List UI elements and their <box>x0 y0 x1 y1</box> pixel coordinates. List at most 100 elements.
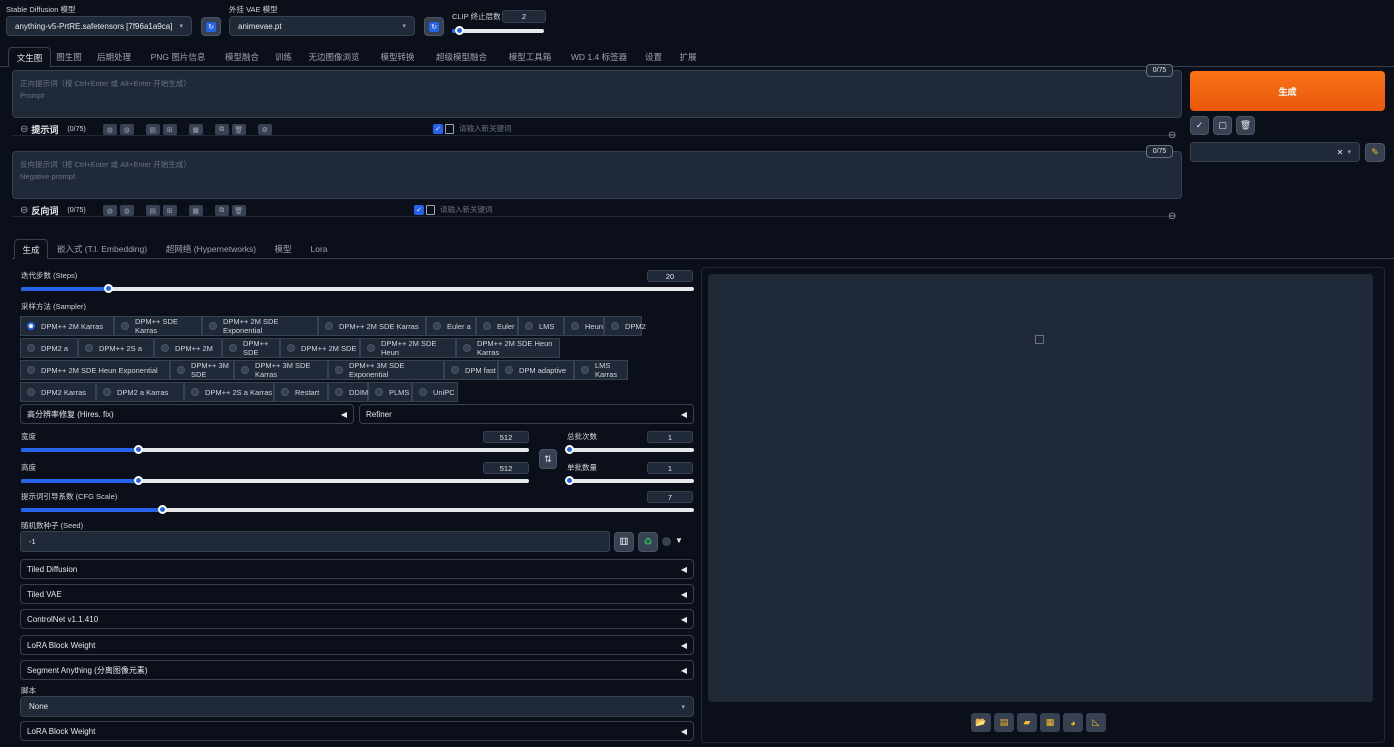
cfg-value[interactable]: 7 <box>647 491 693 503</box>
extra-seed-checkbox[interactable] <box>662 537 671 546</box>
accordion-lora-block-weight[interactable]: LoRA Block Weight ◀ <box>20 635 694 655</box>
sampler-option[interactable]: DPM++ 2M SDE Heun Exponential <box>20 360 170 380</box>
sampler-option[interactable]: DPM2 a Karras <box>96 382 184 402</box>
sampler-option[interactable]: Euler <box>476 316 518 336</box>
apply-style-button[interactable]: ✓ <box>1190 116 1209 135</box>
hires-fix-accordion[interactable]: 高分辨率修复 (Hires. fix) ◀ <box>20 404 354 424</box>
sampler-option[interactable]: LMS <box>518 316 564 336</box>
batch-size-value[interactable]: 1 <box>647 462 693 474</box>
gear-icon[interactable]: ⚙ <box>257 124 272 135</box>
clear-icon[interactable]: ✕ <box>1337 148 1344 157</box>
collapse-icon[interactable]: ⊖ <box>20 205 28 216</box>
steps-value[interactable]: 20 <box>647 270 693 282</box>
refresh-model-button[interactable]: ↻ <box>201 17 221 36</box>
paste-icon[interactable]: ▤ <box>145 124 160 135</box>
paste-icon[interactable]: ▤ <box>145 205 160 216</box>
subtab-checkpoints[interactable]: 模型 <box>266 239 300 259</box>
accordion-controlnet[interactable]: ControlNet v1.1.410 ◀ <box>20 609 694 629</box>
accordion-segment-anything[interactable]: Segment Anything (分离图像元素) ◀ <box>20 660 694 680</box>
add-icon[interactable]: ⊞ <box>162 124 177 135</box>
batch-count-slider[interactable] <box>565 445 694 454</box>
vae-select[interactable]: animevae.pt ▾ <box>229 16 415 36</box>
tab-extras[interactable]: 后期处理 <box>87 47 141 67</box>
sampler-option[interactable]: DPM adaptive <box>498 360 574 380</box>
sampler-option[interactable]: Euler a <box>426 316 476 336</box>
checkbox-checked-icon[interactable]: ✓ <box>433 123 443 134</box>
collapse-up-icon[interactable]: ⊖ <box>1168 130 1176 141</box>
trash-icon[interactable]: 🗑 <box>231 124 246 135</box>
image-gallery[interactable] <box>708 274 1373 702</box>
seed-input[interactable]: -1 <box>20 531 610 552</box>
sampler-option[interactable]: DPM++ 2M SDE Heun Karras <box>456 338 560 358</box>
accordion-tiled-diffusion[interactable]: Tiled Diffusion ◀ <box>20 559 694 579</box>
subtab-embedding[interactable]: 嵌入式 (T.I. Embedding) <box>48 239 156 259</box>
model-select[interactable]: anything-v5-PrtRE.safetensors [7f96a1a9c… <box>6 16 192 36</box>
sampler-option[interactable]: DPM++ 2M SDE <box>280 338 360 358</box>
sampler-option[interactable]: DPM++ SDE <box>222 338 280 358</box>
sampler-option[interactable]: DPM++ 3M SDE Exponential <box>328 360 444 380</box>
tab-extensions[interactable]: 扩展 <box>671 47 705 67</box>
generate-button[interactable]: 生成 <box>1190 71 1385 111</box>
send-to-img2img-icon[interactable]: ▦ <box>1040 713 1060 732</box>
open-folder-icon[interactable]: 📂 <box>971 713 991 732</box>
subtab-generate[interactable]: 生成 <box>14 239 48 259</box>
tab-img2img[interactable]: 图生图 <box>51 47 87 67</box>
sampler-option[interactable]: DPM++ 2S a <box>78 338 154 358</box>
image-icon[interactable]: ▦ <box>188 124 203 135</box>
sampler-option[interactable]: DPM fast <box>444 360 498 380</box>
batch-count-value[interactable]: 1 <box>647 431 693 443</box>
sampler-option[interactable]: DPM++ 3M SDE Karras <box>234 360 328 380</box>
clip-slider[interactable] <box>452 26 544 35</box>
tab-supermerger[interactable]: 超级模型融合 <box>425 47 498 67</box>
height-value[interactable]: 512 <box>483 462 529 474</box>
settings-icon[interactable]: ◍ <box>119 205 134 216</box>
collapse-icon[interactable]: ⊖ <box>20 124 28 135</box>
sampler-option[interactable]: DPM++ 2S a Karras <box>184 382 274 402</box>
sampler-option[interactable]: Restart <box>274 382 328 402</box>
sampler-option[interactable]: DDIM <box>328 382 368 402</box>
settings-icon[interactable]: ◍ <box>119 124 134 135</box>
add-icon[interactable]: ⊞ <box>162 205 177 216</box>
send-to-inpaint-icon[interactable]: ◕ <box>1063 713 1083 732</box>
script-select[interactable]: None ▾ <box>20 696 694 717</box>
zip-icon[interactable]: ▰ <box>1017 713 1037 732</box>
swap-dimensions-button[interactable]: ⇅ <box>539 449 557 469</box>
tab-model-toolkit[interactable]: 模型工具箱 <box>498 47 562 67</box>
triangle-down-icon[interactable]: ▼ <box>675 536 683 545</box>
accordion-tiled-vae[interactable]: Tiled VAE ◀ <box>20 584 694 604</box>
refresh-vae-button[interactable]: ↻ <box>424 17 444 36</box>
width-slider[interactable] <box>21 445 529 454</box>
sampler-option[interactable]: LMS Karras <box>574 360 628 380</box>
width-value[interactable]: 512 <box>483 431 529 443</box>
sampler-option[interactable]: PLMS <box>368 382 412 402</box>
sampler-option[interactable]: DPM++ 2M <box>154 338 222 358</box>
tab-png-info[interactable]: PNG 图片信息 <box>141 47 215 67</box>
copy-icon[interactable]: ⧉ <box>214 205 229 216</box>
collapse-up-icon[interactable]: ⊖ <box>1168 211 1176 222</box>
subtab-lora[interactable]: Lora <box>300 239 338 259</box>
cfg-slider[interactable] <box>21 505 694 514</box>
sampler-option[interactable]: Heun <box>564 316 604 336</box>
negative-keyword-input[interactable]: 请输入新关键词 <box>440 204 493 215</box>
tab-settings[interactable]: 设置 <box>636 47 671 67</box>
sampler-option[interactable]: DPM2 Karras <box>20 382 96 402</box>
sampler-option[interactable]: UniPC <box>412 382 458 402</box>
prompt-input[interactable]: 正向提示词（按 Ctrl+Enter 或 Alt+Enter 开始生成） Pro… <box>12 70 1182 118</box>
accordion-lora-block-weight-script[interactable]: LoRA Block Weight ◀ <box>20 721 694 741</box>
sampler-option[interactable]: DPM2 a <box>20 338 78 358</box>
checkbox-icon[interactable] <box>445 123 454 134</box>
checkbox-checked-icon[interactable]: ✓ <box>414 204 424 215</box>
tab-image-browser[interactable]: 无边图像浏览 <box>298 47 370 67</box>
random-seed-button[interactable]: ⚅ <box>614 532 634 552</box>
subtab-hypernetworks[interactable]: 超网络 (Hypernetworks) <box>156 239 266 259</box>
send-to-extras-icon[interactable]: ◺ <box>1086 713 1106 732</box>
sampler-option[interactable]: DPM++ 2M SDE Heun <box>360 338 456 358</box>
steps-slider[interactable] <box>21 284 694 293</box>
negative-prompt-input[interactable]: 反向提示词（按 Ctrl+Enter 或 Alt+Enter 开始生成） Neg… <box>12 151 1182 199</box>
tab-txt2img[interactable]: 文生图 <box>8 47 51 67</box>
checkbox-icon[interactable] <box>426 204 435 215</box>
sampler-option[interactable]: DPM2 <box>604 316 646 336</box>
height-slider[interactable] <box>21 476 529 485</box>
sampler-option[interactable]: DPM++ SDE Karras <box>114 316 202 336</box>
tab-wd-tagger[interactable]: WD 1.4 标签器 <box>562 47 636 67</box>
